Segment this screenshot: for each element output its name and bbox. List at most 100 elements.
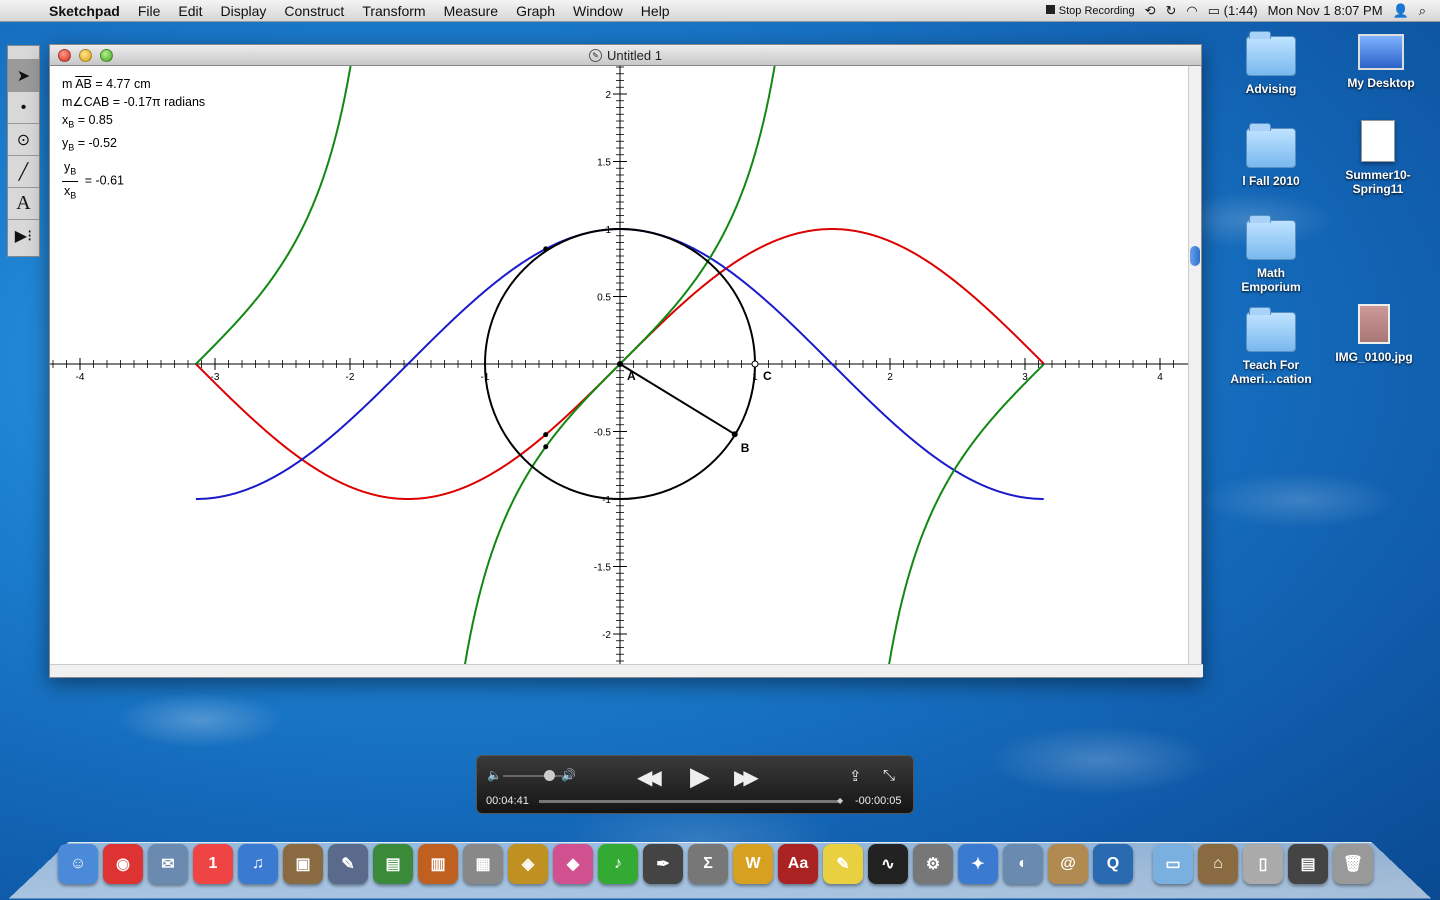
desktop-icon-img-0100[interactable]: IMG_0100.jpg — [1324, 304, 1424, 364]
menu-edit[interactable]: Edit — [169, 3, 211, 19]
menu-graph[interactable]: Graph — [507, 3, 564, 19]
menu-display[interactable]: Display — [212, 3, 276, 19]
straightedge-tool-button[interactable]: ╱ — [8, 156, 39, 188]
custom-tool-icon: ▶⁝ — [14, 228, 33, 245]
y-tick-label: 1.5 — [597, 158, 611, 169]
measure-xb[interactable]: xB = 0.85 — [62, 111, 205, 134]
quicktime-icon[interactable]: Q — [1093, 844, 1133, 884]
keynote-icon[interactable]: ▥ — [418, 844, 458, 884]
folder-icon — [1246, 215, 1296, 260]
yb-value: = -0.52 — [74, 135, 118, 150]
desktop-icon-label: Summer10-Spring11 — [1345, 168, 1411, 196]
battery-status[interactable]: ▭ (1:44) — [1208, 3, 1258, 19]
menu-transform[interactable]: Transform — [353, 3, 434, 19]
wolfram-icon[interactable]: W — [733, 844, 773, 884]
menu-help[interactable]: Help — [632, 3, 679, 19]
time-machine-icon[interactable]: ⟲ — [1145, 3, 1156, 19]
home-folder-icon[interactable]: ⌂ — [1198, 844, 1238, 884]
menu-construct[interactable]: Construct — [275, 3, 353, 19]
x-tick-label: 2 — [887, 372, 893, 383]
toolbox-titlebar[interactable] — [8, 46, 39, 60]
stickies-icon[interactable]: ✎ — [823, 844, 863, 884]
measure-ratio[interactable]: yB xB = -0.61 — [62, 158, 205, 204]
garageband-icon[interactable]: ♪ — [598, 844, 638, 884]
volume-high-icon[interactable]: 🔊 — [561, 768, 576, 782]
y-tick-label: -1 — [602, 495, 611, 506]
close-button[interactable] — [58, 49, 71, 62]
playhead-icon[interactable]: ◆ — [837, 796, 843, 805]
measure-ab-length[interactable]: m AB = 4.77 cm — [62, 75, 205, 93]
horizontal-scrollbar[interactable] — [50, 664, 1203, 677]
menu-file[interactable]: File — [129, 3, 170, 19]
battery-icon: ▭ — [1207, 2, 1221, 18]
menu-window[interactable]: Window — [564, 3, 632, 19]
y-tick-label: -0.5 — [594, 428, 612, 439]
iphoto-icon[interactable]: ▣ — [283, 844, 323, 884]
system-preferences-icon[interactable]: ⚙ — [913, 844, 953, 884]
desktop-icon-fall-2010[interactable]: l Fall 2010 — [1221, 123, 1321, 188]
address-book-icon[interactable]: @ — [1048, 844, 1088, 884]
point-tool-button[interactable]: • — [8, 92, 39, 124]
itunes-icon[interactable]: ♫ — [238, 844, 278, 884]
minimize-button[interactable] — [79, 49, 92, 62]
rewind-icon[interactable]: ◀◀ — [637, 765, 662, 790]
ical-icon[interactable]: 1 — [193, 844, 233, 884]
desktop-icon-summer10-spring11[interactable]: Summer10-Spring11 — [1328, 120, 1428, 196]
activity-monitor-icon[interactable]: ∿ — [868, 844, 908, 884]
colorsync-icon[interactable]: ◆ — [553, 844, 593, 884]
shrink-icon[interactable]: ⤡ — [883, 767, 895, 784]
preview-icon[interactable]: ◐ — [1003, 844, 1043, 884]
desktop-icon-teach-for-america[interactable]: Teach For Ameri…cation — [1221, 307, 1321, 386]
window-titlebar[interactable]: ✎ Untitled 1 — [50, 45, 1201, 66]
sync-icon[interactable]: ↻ — [1166, 3, 1177, 19]
desktop-icon-math-emporium[interactable]: Math Emporium — [1221, 215, 1321, 294]
pdf-doc-icon[interactable]: ▯ — [1243, 844, 1283, 884]
text-tool-button[interactable]: A — [8, 188, 39, 220]
custom-tool-button[interactable]: ▶⁝ — [8, 220, 39, 252]
user-icon[interactable]: 👤 — [1393, 3, 1409, 19]
scrub-bar[interactable] — [539, 800, 839, 803]
volume-low-icon[interactable]: 🔈 — [487, 768, 502, 782]
zoom-button[interactable] — [100, 49, 113, 62]
chrome-icon[interactable]: ◉ — [103, 844, 143, 884]
x-tick-label: -4 — [76, 372, 85, 383]
desktop-icon-advising[interactable]: Advising — [1221, 31, 1321, 96]
trash-icon[interactable]: 🗑 — [1333, 844, 1373, 884]
volume-knob[interactable] — [544, 770, 555, 781]
vertical-scrollbar[interactable] — [1188, 66, 1201, 665]
sketchpad-toolbox: ➤ • ⊙ ╱ A ▶⁝ — [7, 45, 40, 257]
finder-icon[interactable]: ☺ — [58, 844, 98, 884]
grapher-icon[interactable]: ◈ — [508, 844, 548, 884]
safari-icon[interactable]: ✦ — [958, 844, 998, 884]
calculator-icon[interactable]: ▦ — [463, 844, 503, 884]
point-b — [731, 431, 738, 438]
latex-icon[interactable]: Σ — [688, 844, 728, 884]
wifi-icon[interactable]: ◠ — [1186, 3, 1197, 19]
inkscape-icon[interactable]: ✒ — [643, 844, 683, 884]
play-icon[interactable]: ▶ — [690, 761, 710, 792]
compass-tool-button[interactable]: ⊙ — [8, 124, 39, 156]
measure-yb[interactable]: yB = -0.52 — [62, 134, 205, 157]
share-icon[interactable]: ⇪ — [849, 767, 862, 785]
arrow-tool-button[interactable]: ➤ — [8, 60, 39, 92]
numbers-icon[interactable]: ▤ — [373, 844, 413, 884]
y-tick-label: -1.5 — [594, 563, 612, 574]
dictionary-icon[interactable]: Aa — [778, 844, 818, 884]
sketch-canvas[interactable]: -4 -3 -2 -1 1 2 3 421.510.5-0.5-1-1.5-2ABC — [50, 66, 1190, 665]
vertical-scroll-thumb[interactable] — [1190, 246, 1200, 266]
applications-folder-icon[interactable]: ▭ — [1153, 844, 1193, 884]
clock[interactable]: Mon Nov 1 8:07 PM — [1268, 3, 1383, 18]
measure-angle[interactable]: m∠CAB = -0.17π radians — [62, 93, 205, 111]
mail-icon[interactable]: ✉ — [148, 844, 188, 884]
menu-measure[interactable]: Measure — [435, 3, 507, 19]
measure-ab-segment: AB — [75, 77, 92, 91]
stop-recording-button[interactable]: Stop Recording — [1045, 4, 1135, 17]
xcode-icon[interactable]: ✎ — [328, 844, 368, 884]
desktop-icon-my-desktop[interactable]: My Desktop — [1331, 34, 1431, 90]
desktop-icon-label: Math Emporium — [1241, 266, 1301, 294]
downloads-stack-icon[interactable]: ▤ — [1288, 844, 1328, 884]
menu-app-name[interactable]: Sketchpad — [40, 3, 129, 19]
fast-forward-icon[interactable]: ▶▶ — [734, 765, 759, 790]
image-file-icon — [1358, 304, 1390, 344]
spotlight-search-icon[interactable]: ⌕ — [1419, 3, 1426, 19]
